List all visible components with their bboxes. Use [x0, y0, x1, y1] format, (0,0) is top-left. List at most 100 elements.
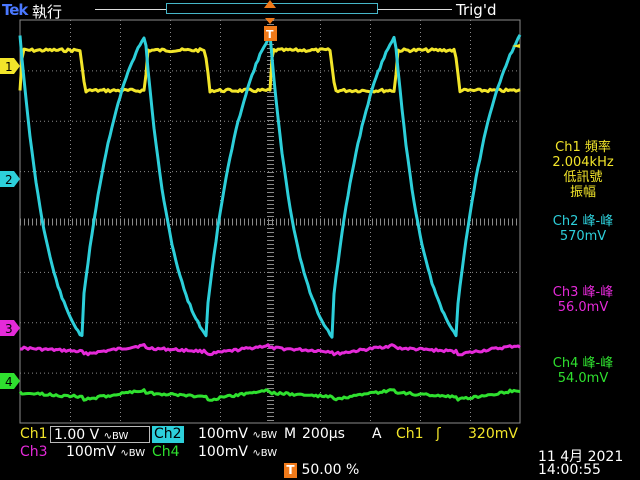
- graticule-dot: [128, 171, 129, 173]
- channel-2-marker[interactable]: 2: [0, 171, 20, 187]
- graticule-dot: [370, 252, 371, 253]
- graticule-dot: [170, 400, 171, 401]
- center-tick: [232, 218, 233, 226]
- ch3-scale[interactable]: 100mV ∿BW: [66, 444, 145, 461]
- graticule-dot: [120, 420, 121, 421]
- trigger-source[interactable]: Ch1: [396, 426, 424, 443]
- center-tick: [464, 218, 465, 226]
- graticule-dot: [370, 104, 371, 105]
- ch1-label[interactable]: Ch1: [20, 426, 48, 443]
- graticule-dot: [64, 322, 65, 324]
- graticule-dot: [220, 252, 221, 253]
- graticule-dot: [120, 284, 121, 285]
- graticule-dot: [320, 292, 321, 293]
- graticule-dot: [400, 70, 401, 72]
- graticule-dot: [320, 24, 321, 25]
- trigger-slope-icon[interactable]: ʃ: [436, 426, 441, 443]
- graticule-dot: [220, 328, 221, 329]
- measurement-ch1-note1: 低訊號: [563, 170, 603, 185]
- center-tick: [488, 218, 489, 226]
- graticule-dot: [256, 372, 257, 374]
- graticule-dot: [470, 164, 471, 165]
- graticule-dot: [470, 384, 471, 385]
- center-tick: [184, 218, 185, 226]
- graticule-dot: [170, 404, 171, 405]
- measurement-ch2-peak-to-peak[interactable]: Ch2 峰-峰 570mV: [528, 214, 638, 244]
- center-tick: [267, 268, 274, 269]
- measurement-ch3-peak-to-peak[interactable]: Ch3 峰-峰 56.0mV: [528, 285, 638, 315]
- graticule-dot: [132, 322, 133, 324]
- center-tick: [267, 144, 274, 145]
- timebase-scale[interactable]: 200µs: [302, 426, 345, 443]
- graticule-dot: [120, 400, 121, 401]
- graticule-dot: [470, 412, 471, 413]
- graticule-dot: [24, 322, 25, 324]
- graticule-dot: [148, 322, 149, 324]
- ch4-label[interactable]: Ch4: [152, 444, 180, 461]
- graticule-dot: [504, 271, 505, 273]
- trigger-position-readout[interactable]: T 50.00 %: [284, 462, 359, 479]
- channel-4-marker[interactable]: 4: [0, 373, 20, 389]
- graticule-dot: [170, 408, 171, 409]
- measurement-ch4-peak-to-peak[interactable]: Ch4 峰-峰 54.0mV: [528, 356, 638, 386]
- graticule-dot: [204, 171, 205, 173]
- ch2-label[interactable]: Ch2: [152, 426, 184, 443]
- graticule-dot: [216, 271, 217, 273]
- graticule-dot: [476, 271, 477, 273]
- graticule-dot: [170, 340, 171, 341]
- graticule-dot: [70, 284, 71, 285]
- graticule-dot: [220, 420, 221, 421]
- graticule-dot: [380, 120, 381, 122]
- graticule-dot: [320, 356, 321, 357]
- graticule-dot: [320, 192, 321, 193]
- trigger-position-marker[interactable]: T: [264, 18, 277, 41]
- graticule-dot: [256, 70, 257, 72]
- graticule-dot: [32, 322, 33, 324]
- ch3-label[interactable]: Ch3: [20, 444, 48, 461]
- graticule-dot: [70, 184, 71, 185]
- channel-3-marker[interactable]: 3: [0, 320, 20, 336]
- graticule-dot: [120, 68, 121, 69]
- graticule-dot: [170, 156, 171, 157]
- graticule-dot: [108, 70, 109, 72]
- graticule-dot: [56, 171, 57, 173]
- graticule-dot: [420, 264, 421, 265]
- graticule-dot: [170, 364, 171, 365]
- graticule-dot: [108, 120, 109, 122]
- center-tick: [368, 218, 369, 226]
- graticule-dot: [420, 192, 421, 193]
- graticule-dot: [220, 344, 221, 345]
- graticule-dot: [260, 171, 261, 173]
- ch1-trace: [18, 47, 521, 94]
- graticule-dot: [68, 171, 69, 173]
- trigger-mode[interactable]: A: [372, 426, 382, 443]
- graticule-dot: [408, 120, 409, 122]
- graticule-dot: [370, 36, 371, 37]
- graticule-dot: [356, 120, 357, 122]
- graticule-dot: [120, 280, 121, 281]
- graticule-dot: [370, 144, 371, 145]
- graticule-dot: [220, 80, 221, 81]
- graticule-dot: [420, 96, 421, 97]
- graticule-dot: [170, 304, 171, 305]
- graticule-dot: [320, 400, 321, 401]
- channel-1-marker[interactable]: 1: [0, 58, 20, 74]
- ch2-scale[interactable]: 100mV ∿BW: [198, 426, 277, 443]
- graticule-dot: [120, 368, 121, 369]
- ch1-scale[interactable]: 1.00 V ∿BW: [50, 426, 150, 443]
- graticule-dot: [70, 196, 71, 197]
- graticule-dot: [288, 70, 289, 72]
- graticule-dot: [508, 70, 509, 72]
- center-tick: [267, 264, 274, 265]
- graticule-dot: [108, 322, 109, 324]
- graticule-dot: [320, 304, 321, 305]
- center-tick: [436, 218, 437, 226]
- trigger-level[interactable]: 320mV: [468, 426, 518, 443]
- ch4-scale[interactable]: 100mV ∿BW: [198, 444, 277, 461]
- graticule-dot: [120, 412, 121, 413]
- measurement-ch1-frequency[interactable]: Ch1 頻率 2.004kHz 低訊號 振幅: [528, 140, 638, 200]
- graticule-dot: [470, 408, 471, 409]
- graticule-dot: [380, 271, 381, 273]
- graticule-dot: [92, 120, 93, 122]
- graticule-dot: [304, 120, 305, 122]
